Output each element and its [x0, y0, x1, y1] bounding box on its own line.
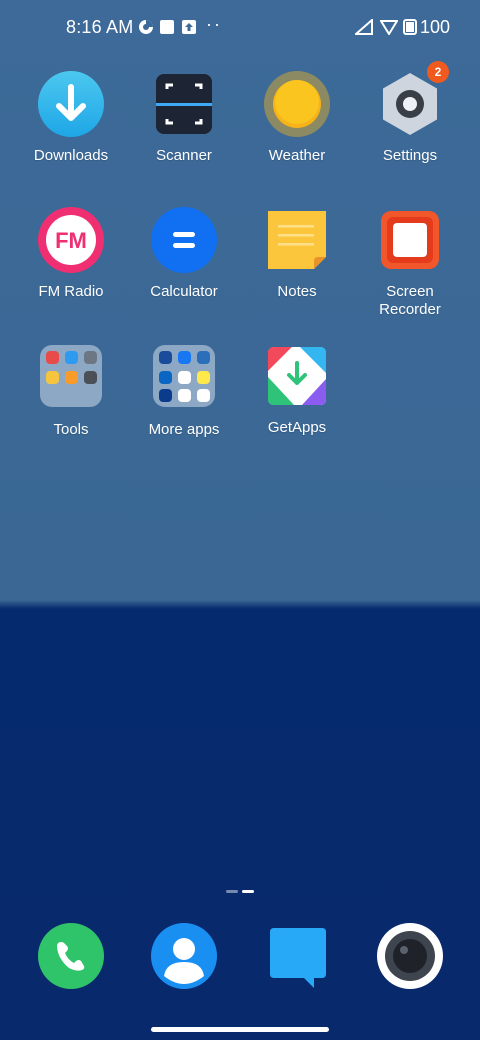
folder-tools[interactable]: Tools: [15, 343, 127, 439]
app-label: Scanner: [156, 147, 212, 164]
folder-more-apps[interactable]: More apps: [128, 343, 240, 439]
mini-app-icon: [65, 351, 78, 364]
app-weather[interactable]: Weather: [241, 71, 353, 165]
app-label: GetApps: [267, 419, 327, 436]
app-scanner[interactable]: Scanner: [128, 71, 240, 165]
app-settings[interactable]: 2 Settings: [354, 61, 466, 165]
home-gesture-bar[interactable]: [151, 1027, 329, 1032]
more-apps-folder-icon: [151, 345, 217, 411]
mini-app-icon: [197, 351, 210, 364]
dock-camera[interactable]: [376, 922, 444, 990]
app-getapps[interactable]: GetApps: [241, 343, 353, 437]
mini-app-icon: [46, 371, 59, 384]
status-bar: 8:16 AM ·· 100: [0, 0, 480, 56]
svg-text:FM: FM: [55, 228, 87, 253]
mini-app-icon: [178, 351, 191, 364]
status-overflow: ··: [206, 14, 222, 34]
mini-app-icon: [84, 371, 97, 384]
scanner-icon: [151, 71, 217, 137]
fm-radio-icon: FM: [38, 207, 104, 273]
messages-icon: [270, 928, 326, 988]
wifi-icon: [379, 19, 399, 36]
app-notes[interactable]: Notes: [241, 207, 353, 301]
mini-app-icon: [178, 389, 191, 402]
app-calculator[interactable]: Calculator: [128, 207, 240, 301]
app-label: More apps: [148, 421, 220, 438]
dock-contacts[interactable]: [150, 922, 218, 990]
data-saver-icon: [138, 19, 154, 35]
mini-app-icon: [197, 371, 210, 384]
upload-icon: [181, 19, 197, 35]
screen-recorder-icon: [377, 207, 443, 273]
mini-app-icon: [65, 371, 78, 384]
app-label: Screen Recorder: [379, 283, 441, 318]
mini-app-icon: [46, 351, 59, 364]
mini-app-icon: [84, 351, 97, 364]
contacts-icon: [151, 923, 217, 989]
app-label: FM Radio: [38, 283, 104, 300]
calculator-icon: [151, 207, 217, 273]
getapps-icon: [264, 343, 330, 409]
camera-icon: [377, 923, 443, 989]
app-screen-recorder[interactable]: Screen Recorder: [354, 207, 466, 319]
page-dot-active: [242, 890, 254, 893]
page-indicator: [226, 880, 258, 898]
app-label: Calculator: [150, 283, 218, 300]
app-label: Downloads: [33, 147, 109, 164]
battery-icon: [403, 19, 417, 35]
settings-icon: 2: [377, 61, 449, 137]
downloads-icon: [38, 71, 104, 137]
app-label: Settings: [382, 147, 438, 164]
app-downloads[interactable]: Downloads: [15, 71, 127, 165]
mini-app-icon: [159, 371, 172, 384]
notification-square-icon: [159, 19, 175, 35]
app-fm-radio[interactable]: FM FM Radio: [15, 207, 127, 301]
app-label: Notes: [277, 283, 317, 300]
app-label: Weather: [268, 147, 326, 164]
tools-folder-icon: [38, 345, 104, 411]
dock-phone[interactable]: [37, 922, 105, 990]
mini-app-icon: [178, 371, 191, 384]
page-dot: [226, 890, 238, 893]
signal-icon: [353, 17, 373, 35]
app-label: Tools: [53, 421, 89, 438]
phone-icon: [38, 923, 104, 989]
dock-messages[interactable]: [264, 922, 332, 990]
weather-icon: [264, 71, 330, 137]
notes-icon: [264, 207, 330, 273]
mini-app-icon: [197, 389, 210, 402]
battery-level: 100: [420, 17, 451, 37]
mini-app-icon: [159, 389, 172, 402]
notification-badge: 2: [427, 61, 449, 83]
mini-app-icon: [159, 351, 172, 364]
status-time: 8:16 AM: [66, 17, 134, 37]
